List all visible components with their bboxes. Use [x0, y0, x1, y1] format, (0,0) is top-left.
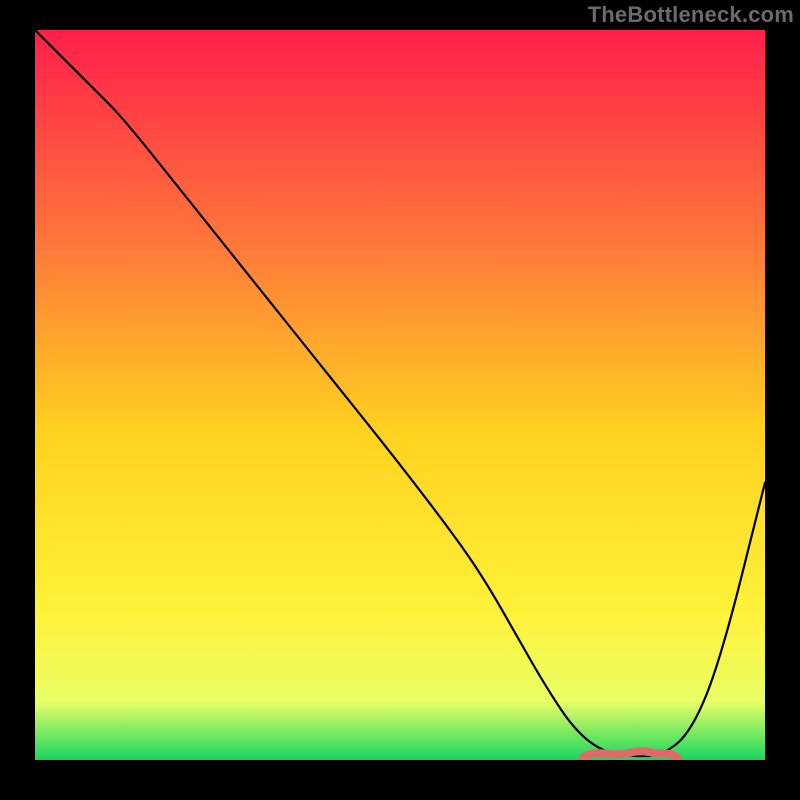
gradient-background — [35, 30, 765, 760]
bottom-accent-segment — [583, 751, 678, 757]
chart-svg — [35, 30, 765, 760]
plot-area — [35, 30, 765, 760]
watermark-text: TheBottleneck.com — [588, 2, 794, 28]
chart-container: TheBottleneck.com — [0, 0, 800, 800]
